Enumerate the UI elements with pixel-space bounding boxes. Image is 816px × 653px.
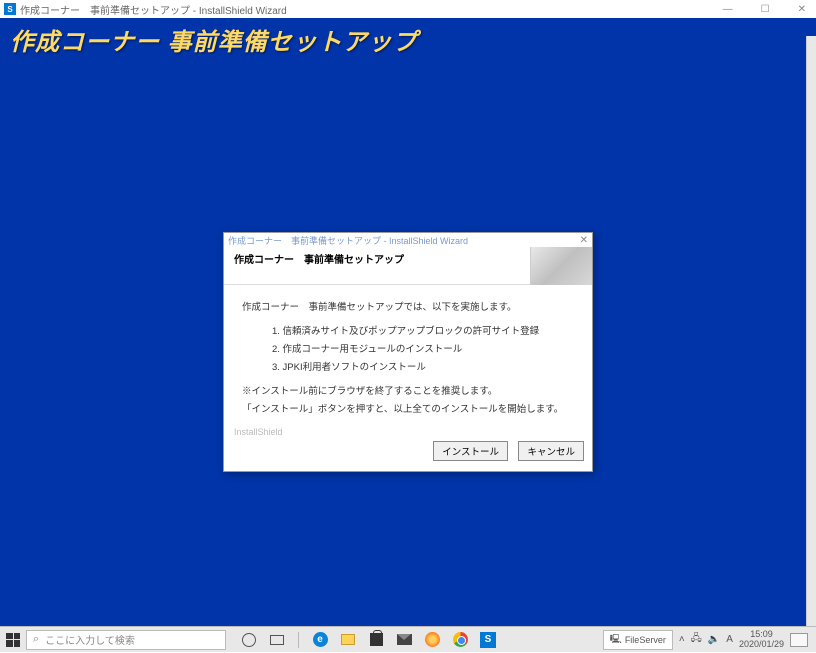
cancel-button[interactable]: キャンセル: [518, 441, 584, 461]
step-3: 3. JPKI利用者ソフトのインストール: [272, 359, 574, 373]
search-input[interactable]: ⌕ ここに入力して検索: [26, 630, 226, 650]
dialog-header: 作成コーナー 事前準備セットアップ: [224, 247, 592, 285]
task-view-icon[interactable]: [268, 631, 286, 649]
outer-titlebar: S 作成コーナー 事前準備セットアップ - InstallShield Wiza…: [0, 0, 816, 18]
dialog-titlebar-text: 作成コーナー 事前準備セットアップ - InstallShield Wizard: [228, 234, 468, 247]
taskbar-icons: e S: [234, 631, 503, 649]
step-2: 2. 作成コーナー用モジュールのインストール: [272, 341, 574, 355]
clock[interactable]: 15:09 2020/01/29: [739, 630, 784, 650]
dialog-header-image: [530, 247, 592, 285]
search-placeholder: ここに入力して検索: [45, 632, 135, 647]
firefox-icon[interactable]: [423, 631, 441, 649]
install-button[interactable]: インストール: [433, 441, 508, 461]
dialog-note-2: 「インストール」ボタンを押すと、以上全てのインストールを開始します。: [242, 401, 574, 415]
banner-title: 作成コーナー 事前準備セットアップ: [10, 22, 418, 57]
close-button[interactable]: ✕: [792, 4, 812, 15]
dialog-close-button[interactable]: ✕: [580, 235, 588, 246]
dialog-steps: 1. 信頼済みサイト及びポップアップブロックの許可サイト登録 2. 作成コーナー…: [242, 323, 574, 373]
fileserver-label: FileServer: [625, 635, 666, 645]
system-tray: 🖳 FileServer ˄ 🖧 🔈 A 15:09 2020/01/29: [595, 630, 816, 650]
outer-title: 作成コーナー 事前準備セットアップ - InstallShield Wizard: [20, 2, 717, 17]
dialog-note-1: ※インストール前にブラウザを終了することを推奨します。: [242, 383, 574, 397]
installshield-label: InstallShield: [232, 427, 584, 437]
maximize-button[interactable]: ☐: [755, 4, 776, 15]
outer-window: S 作成コーナー 事前準備セットアップ - InstallShield Wiza…: [0, 0, 816, 626]
app-icon: S: [4, 3, 16, 15]
server-icon: 🖳: [610, 632, 622, 648]
tray-chevron-icon[interactable]: ˄: [679, 634, 685, 645]
minimize-button[interactable]: —: [717, 4, 739, 15]
dialog-header-title: 作成コーナー 事前準備セットアップ: [224, 247, 530, 284]
file-explorer-icon[interactable]: [339, 631, 357, 649]
desktop-area: 作成コーナー 事前準備セットアップ 作成コーナー 事前準備セットアップ - In…: [0, 18, 816, 626]
mail-icon[interactable]: [395, 631, 413, 649]
ime-icon[interactable]: A: [726, 634, 733, 645]
start-button[interactable]: [0, 627, 26, 653]
app-icon-taskbar[interactable]: S: [479, 631, 497, 649]
edge-icon[interactable]: e: [311, 631, 329, 649]
dialog-titlebar: 作成コーナー 事前準備セットアップ - InstallShield Wizard…: [224, 233, 592, 247]
dialog-footer: InstallShield インストール キャンセル: [224, 425, 592, 471]
step-1: 1. 信頼済みサイト及びポップアップブロックの許可サイト登録: [272, 323, 574, 337]
fileserver-indicator[interactable]: 🖳 FileServer: [603, 630, 673, 650]
dialog-intro: 作成コーナー 事前準備セットアップでは、以下を実施します。: [242, 299, 574, 313]
windows-logo-icon: [6, 633, 20, 647]
clock-date: 2020/01/29: [739, 640, 784, 650]
store-icon[interactable]: [367, 631, 385, 649]
chrome-icon[interactable]: [451, 631, 469, 649]
volume-icon[interactable]: 🔈: [708, 634, 720, 645]
vertical-scrollbar[interactable]: [806, 36, 816, 626]
action-center-icon[interactable]: [790, 633, 808, 647]
search-icon: ⌕: [33, 633, 39, 646]
separator: [298, 632, 299, 648]
cortana-icon[interactable]: [240, 631, 258, 649]
install-dialog: 作成コーナー 事前準備セットアップ - InstallShield Wizard…: [223, 232, 593, 472]
network-icon[interactable]: 🖧: [691, 631, 702, 648]
taskbar: ⌕ ここに入力して検索 e S 🖳 FileServer ˄ 🖧 🔈 A 15:…: [0, 626, 816, 652]
window-controls: — ☐ ✕: [717, 4, 812, 15]
dialog-body: 作成コーナー 事前準備セットアップでは、以下を実施します。 1. 信頼済みサイト…: [224, 285, 592, 425]
